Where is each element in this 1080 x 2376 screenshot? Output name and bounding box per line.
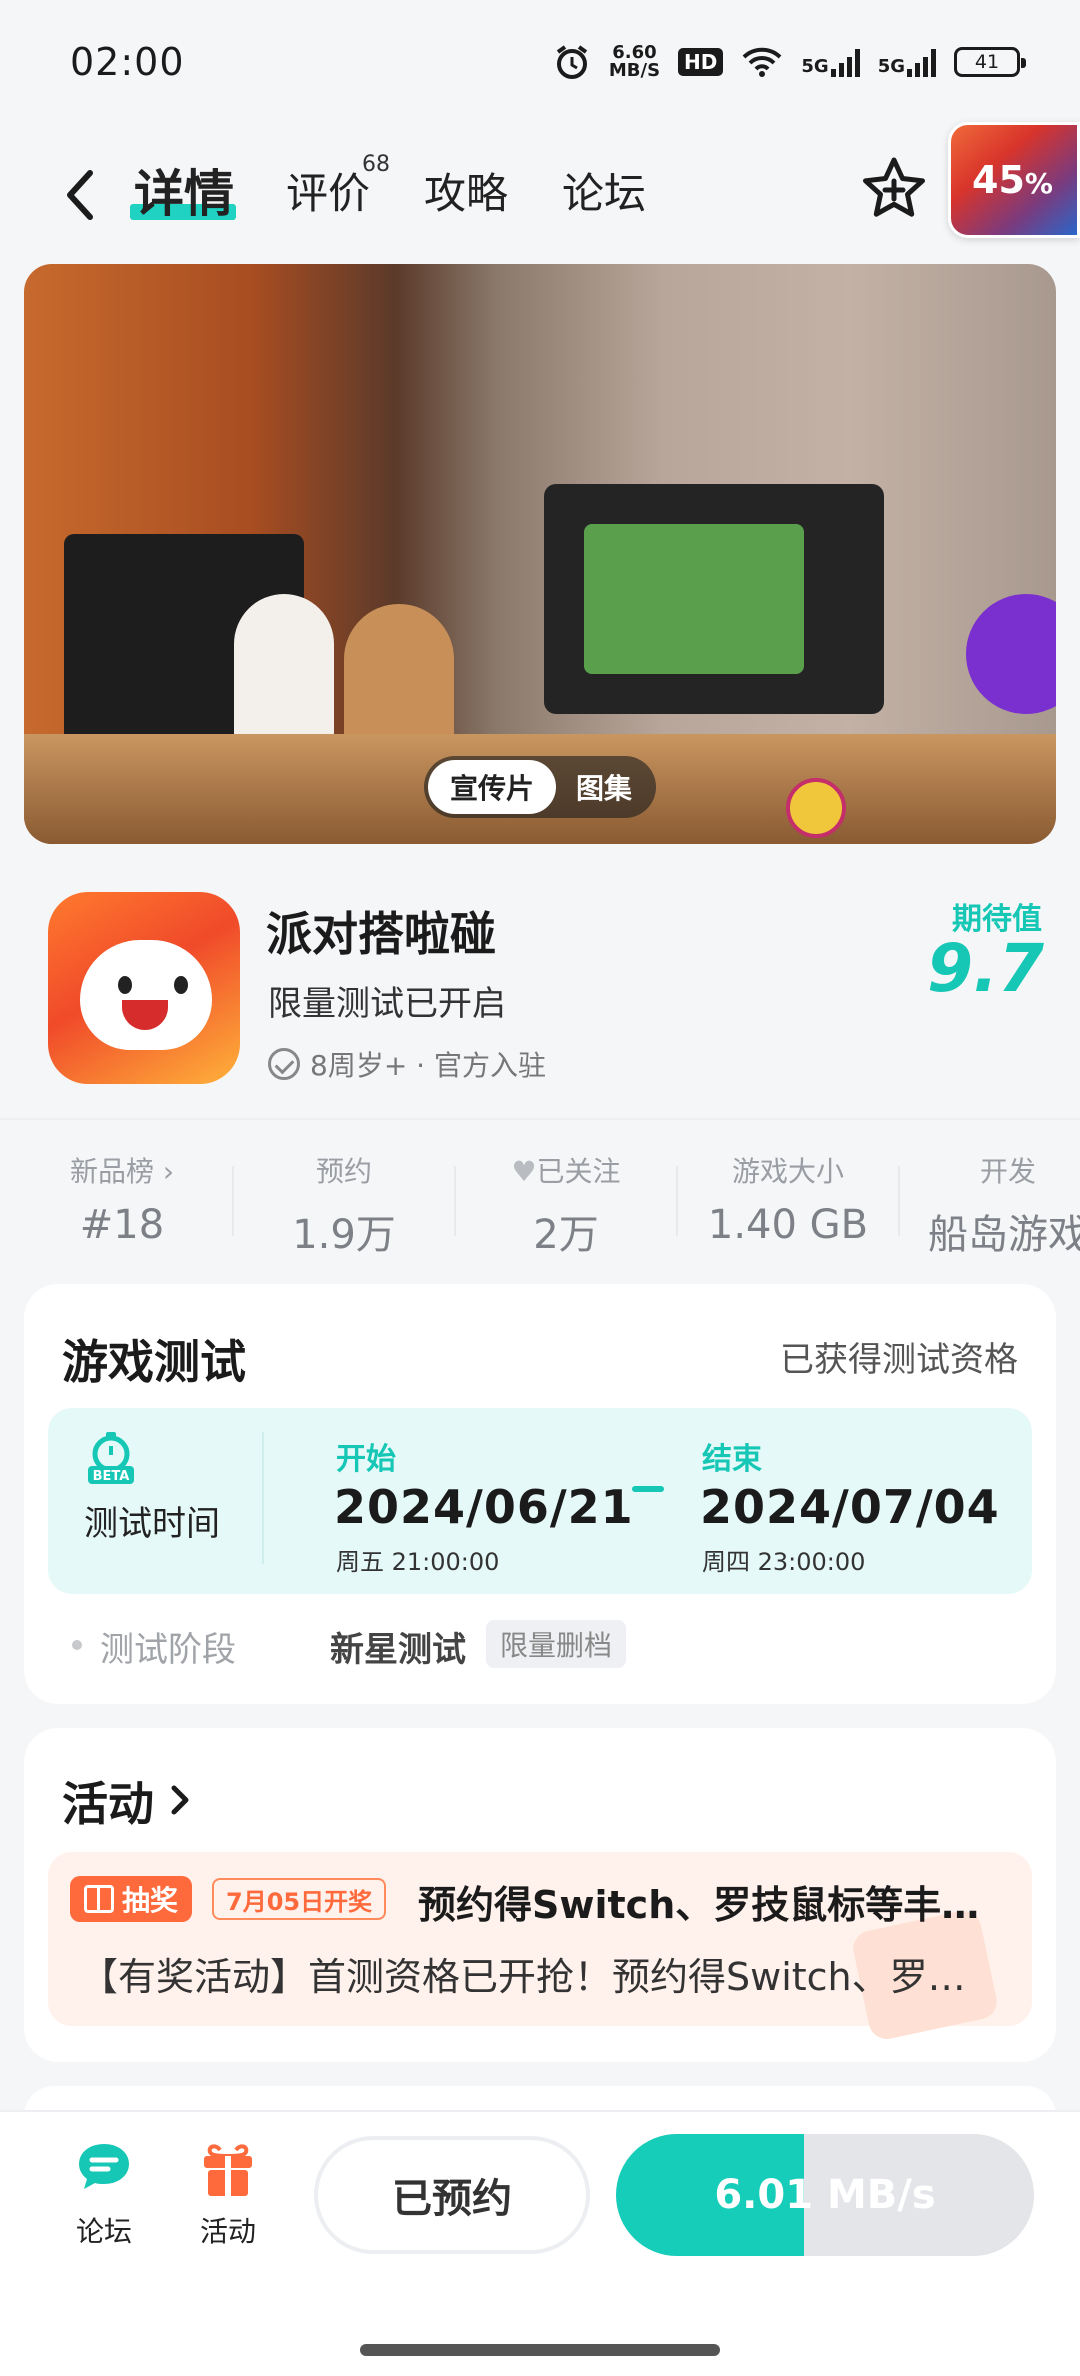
bullet-dot [72,1640,82,1650]
signal-icon: 5G [801,47,860,77]
end-date: 2024/07/04 [700,1480,1000,1534]
test-card-title: 游戏测试 [62,1335,246,1389]
stat-value: 1.40 GB [707,1202,869,1248]
test-qualification: 已获得测试资格 [780,1340,1018,1380]
gift-icon [84,1885,114,1913]
test-stage-label: 测试阶段 [100,1630,236,1670]
hero-scene-screen [584,524,804,674]
date-range-arrow [632,1486,664,1492]
divider [262,1432,264,1564]
end-label: 结束 [702,1442,762,1477]
media-switch[interactable]: 宣传片 图集 [424,756,656,818]
download-speed: 6.01 MB/s [714,2172,936,2218]
forum-nav-button[interactable]: 论坛 [54,2140,154,2250]
game-meta: 8周岁+ · 官方入驻 [268,1044,546,1084]
svg-text:BETA: BETA [93,1469,130,1484]
game-meta-text: 8周岁+ · 官方入驻 [310,1049,546,1082]
signal-icon-2: 5G [878,47,936,77]
status-bar: 02:00 6.60 MB/S HD 5G 5G 41 [0,0,1080,120]
network-speed-unit: MB/S [608,60,661,81]
stat-new-rank[interactable]: 新品榜 › #18 [12,1150,232,1248]
forum-nav-label: 论坛 [75,2215,132,2248]
stat-label: 预约 [315,1155,372,1188]
activity-headline[interactable]: 预约得Switch、罗技鼠标等丰厚好礼 [418,1874,1008,1929]
stat-reservations: 预约 1.9万 [234,1150,454,1260]
activity-title[interactable]: 活动 [62,1768,154,1834]
stat-label: 开发 [980,1155,1037,1188]
download-button[interactable]: 6.01 MB/s [616,2134,1034,2256]
end-weekday-time: 周四 23:00:00 [702,1548,866,1576]
hd-icon: HD [678,48,724,76]
status-icons: 6.60 MB/S HD 5G 5G 41 [553,38,1026,86]
start-label: 开始 [336,1442,396,1477]
stat-value: 2万 [533,1212,599,1258]
lottery-tag-text: 抽奖 [122,1884,179,1917]
stat-value: #18 [79,1202,165,1248]
beta-clock-icon: BETA [88,1432,134,1484]
test-time-label: 测试时间 [84,1504,220,1544]
expect-value: 9.7 [927,930,1044,1007]
stats-row: 新品榜 › #18 预约 1.9万 ♥已关注 2万 游戏大小 1.40 GB 开… [0,1118,1080,1258]
app-icon [48,892,240,1084]
test-stage-tag: 限量删档 [486,1620,627,1668]
heart-icon: ♥ [511,1155,537,1188]
test-stage-value: 新星测试 [330,1630,466,1670]
reserved-button[interactable]: 已预约 [314,2136,590,2254]
media-tab-video[interactable]: 宣传片 [428,760,556,814]
hero-game-logo [786,778,846,838]
star-add-icon[interactable] [860,155,928,223]
stat-label: 新品榜 › [69,1155,175,1188]
stat-label: ♥已关注 [456,1150,676,1190]
network-speed: 6.60 MB/S [609,44,660,80]
status-time: 02:00 [70,40,185,84]
media-tab-gallery[interactable]: 图集 [556,760,652,814]
start-weekday-time: 周五 21:00:00 [336,1548,500,1576]
tab-details[interactable]: 详情 [134,154,234,226]
wifi-icon [742,47,782,77]
gift-icon [204,2144,252,2196]
lottery-tag: 抽奖 [70,1876,193,1922]
signal-label: 5G [801,56,829,77]
start-date: 2024/06/21 [334,1480,634,1534]
activity-description[interactable]: 【有奖活动】首测资格已开抢！预约得Switch、罗技鼠标等好礼 [80,1946,990,2001]
back-icon[interactable] [60,165,100,225]
alarm-icon [556,45,588,79]
stat-label: 游戏大小 [731,1155,844,1188]
tab-reviews[interactable]: 评价 [286,160,370,221]
stat-developer[interactable]: 开发 船岛游戏 [900,1150,1080,1260]
home-indicator[interactable] [360,2344,720,2356]
download-percent-sign: % [1024,167,1053,200]
stat-followers[interactable]: ♥已关注 2万 [456,1150,676,1260]
activity-nav-label: 活动 [199,2215,256,2248]
download-percent: 45% [972,158,1053,202]
verified-check-icon [268,1048,300,1080]
activity-nav-button[interactable]: 活动 [178,2140,278,2250]
draw-date-tag: 7月05日开奖 [212,1878,387,1920]
tab-forum[interactable]: 论坛 [562,160,646,221]
stat-value: 1.9万 [292,1212,396,1258]
battery-icon: 41 [954,47,1026,77]
battery-level: 41 [974,51,1000,73]
download-percent-value: 45 [972,158,1025,202]
tab-guides[interactable]: 攻略 [424,160,508,221]
stat-label-text: 已关注 [536,1155,621,1188]
stat-size: 游戏大小 1.40 GB [678,1150,898,1248]
chevron-right-icon[interactable] [166,1780,194,1820]
game-subtitle: 限量测试已开启 [268,984,506,1024]
hero-scene-ball [966,594,1056,714]
review-count-badge: 68 [362,152,390,177]
stat-value: 船岛游戏 [928,1212,1080,1258]
signal-label-2: 5G [877,56,905,77]
chat-bubble-icon [79,2144,129,2189]
game-title: 派对搭啦碰 [266,907,496,961]
